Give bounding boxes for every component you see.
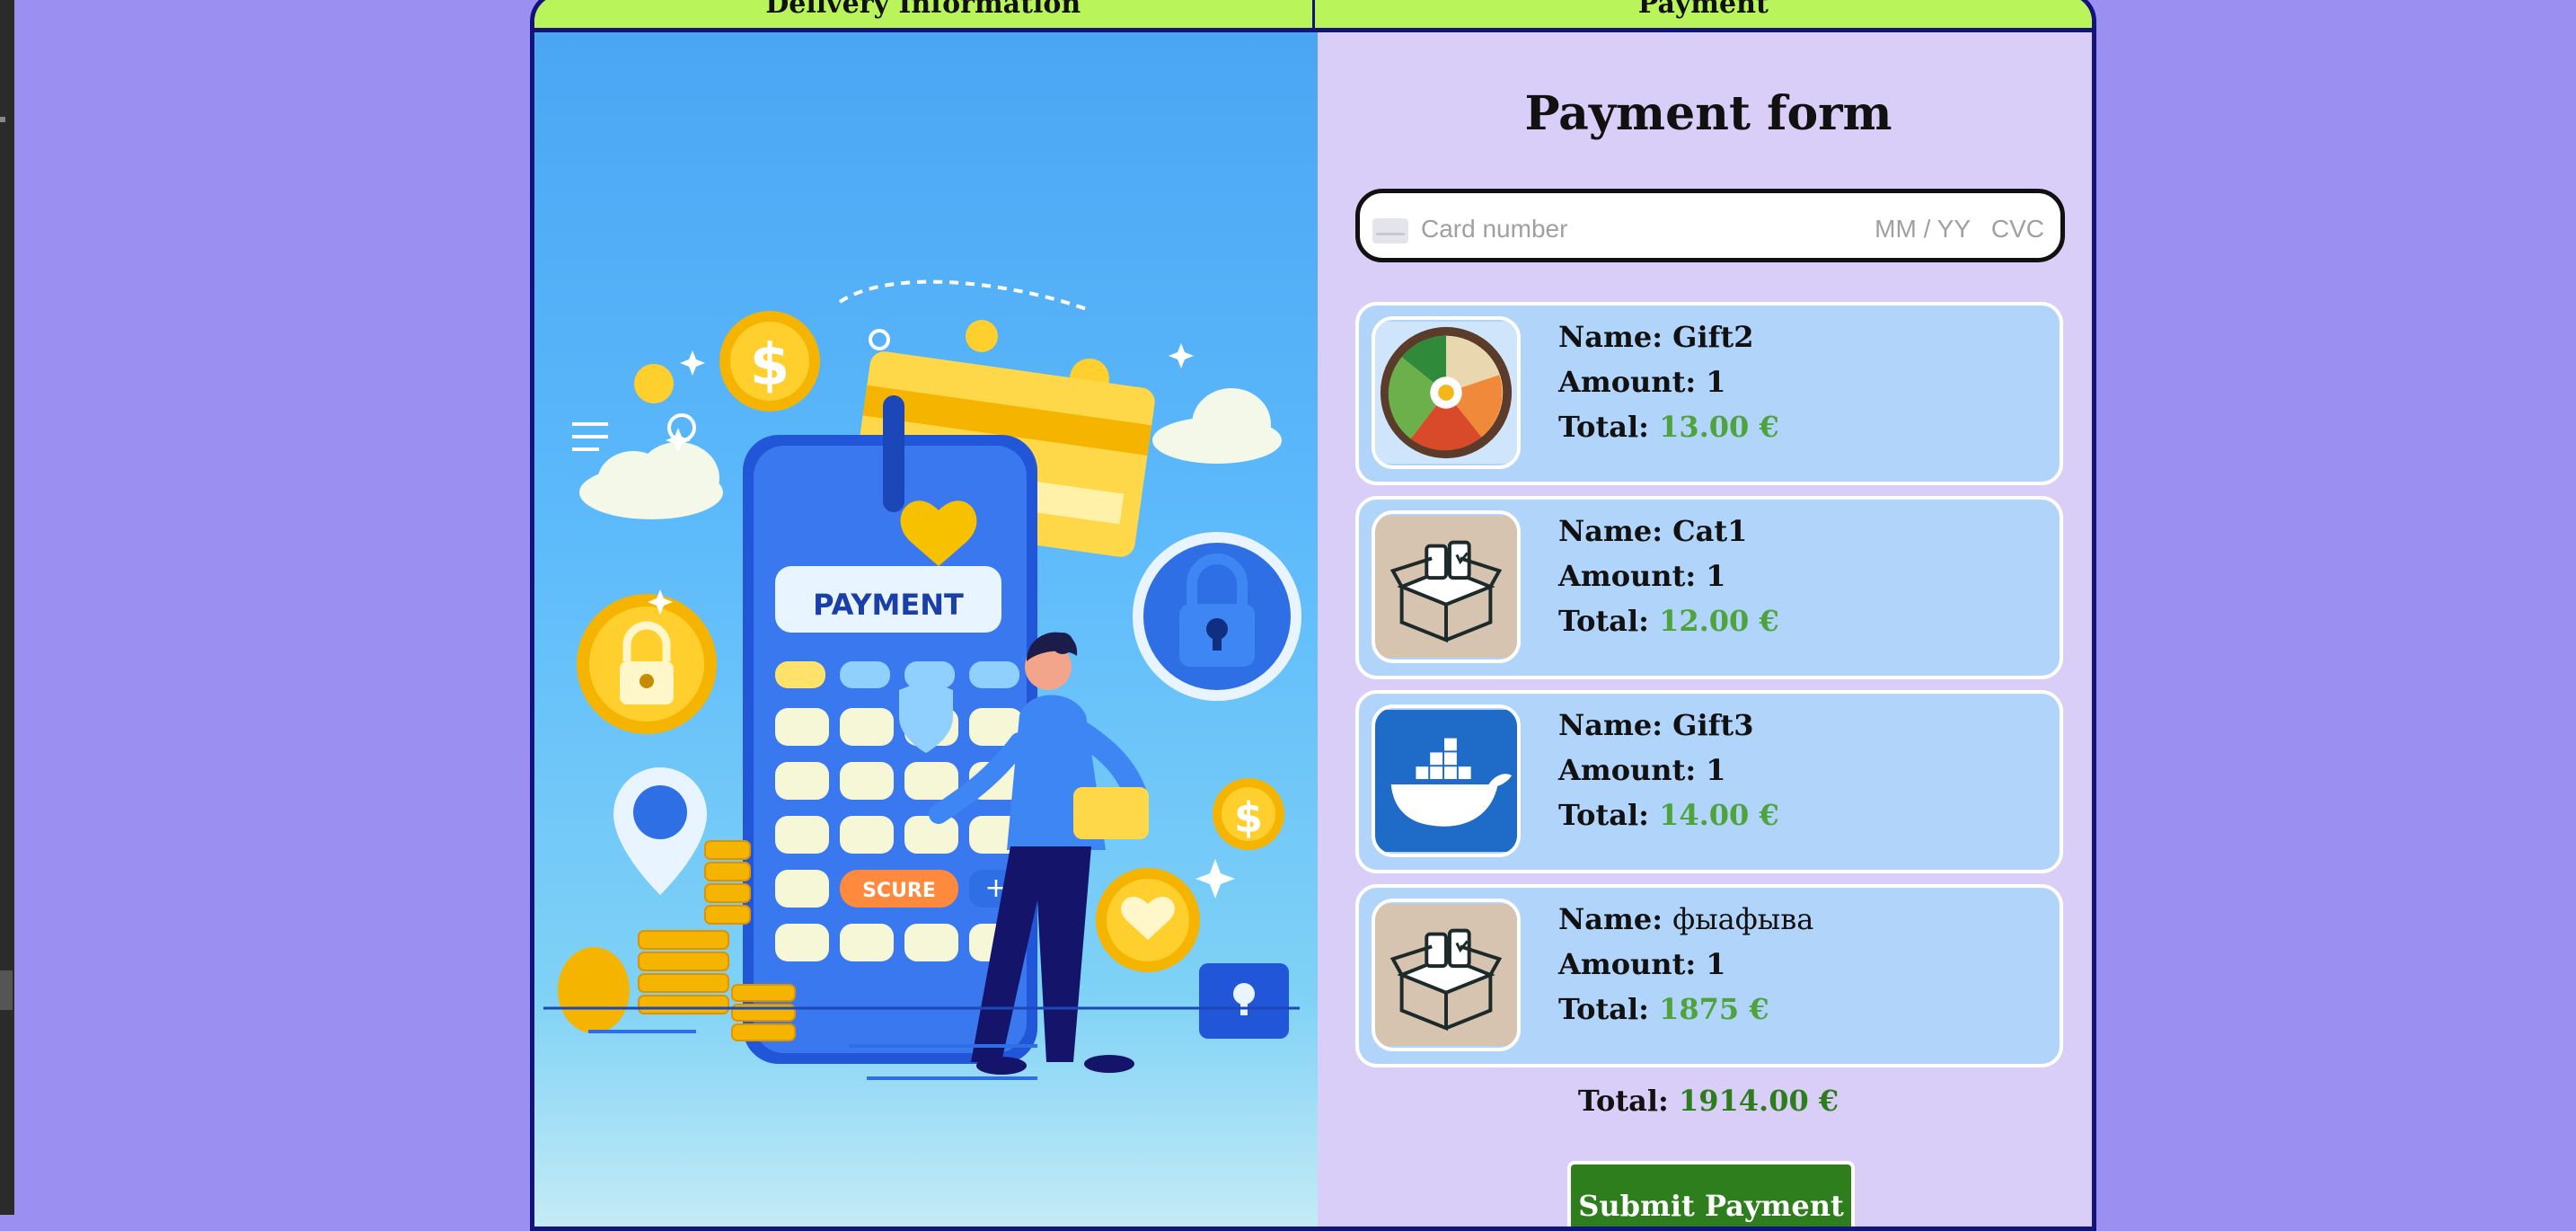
item-amount: 1 [1706,365,1726,399]
credit-card-icon [1372,218,1408,244]
coin-icon: $ [719,311,820,412]
item-total: 13.00 € [1659,410,1779,444]
item-name: фыафыва [1672,902,1814,936]
coin-icon: $ [1213,778,1284,850]
list-item: Name: фыафыва Amount: 1 Total: 1875 € [1355,884,2063,1067]
gift-box-image [1372,510,1521,663]
svg-text:$: $ [1234,793,1263,842]
order-total-value: 1914.00 € [1678,1084,1839,1118]
item-total: 14.00 € [1659,798,1779,832]
tab-payment[interactable]: Payment [1315,0,2093,28]
submit-payment-button[interactable]: Submit Payment [1567,1161,1855,1227]
card-input-field[interactable]: Card number MM / YY CVC [1355,189,2065,262]
item-amount: 1 [1706,559,1726,593]
list-item: Name: Gift3 Amount: 1 Total: 14.00 € [1355,690,2063,873]
order-total-label: Total: [1577,1084,1669,1118]
lock-bubble-icon [1133,532,1301,701]
item-name: Gift3 [1672,708,1754,742]
item-total: 1875 € [1659,992,1769,1026]
lock-bag-icon [1199,963,1289,1039]
payment-panel: Payment form Card number MM / YY CVC Nam… [1319,32,2092,1227]
order-total: Total: 1914.00 € [1319,1084,2092,1118]
card-cvc-input[interactable]: CVC [1991,215,2044,244]
edge-marker [0,117,5,122]
item-name: Cat1 [1672,514,1748,548]
payment-illustration: $ $ PAYMENT SCURE + [534,32,1318,1227]
payment-illustration-graphic: $ $ PAYMENT SCURE + [543,279,1301,1080]
tab-delivery-information[interactable]: Delivery Information [534,0,1315,28]
heart-coin-icon [1096,868,1200,972]
list-item: Name: Gift2 Amount: 1 Total: 13.00 € [1355,302,2063,485]
svg-text:$: $ [750,332,790,399]
gift-box-image [1372,899,1521,1051]
item-amount: 1 [1706,947,1726,981]
card-number-input[interactable]: Card number [1421,215,1567,244]
item-amount: 1 [1706,753,1726,787]
item-total: 12.00 € [1659,604,1779,638]
item-name: Gift2 [1672,320,1754,354]
page-title: Payment form [1524,86,1892,141]
svg-text:SCURE: SCURE [862,880,936,902]
list-item: Name: Cat1 Amount: 1 Total: 12.00 € [1355,496,2063,679]
food-bowl-image [1372,316,1521,469]
checkout-container: Delivery Information Payment $ $ PAYMENT… [530,0,2096,1231]
tab-bar: Delivery Information Payment [534,0,2092,32]
card-expiry-input[interactable]: MM / YY [1875,215,1971,244]
docker-whale-image [1372,704,1521,857]
svg-text:PAYMENT: PAYMENT [813,588,964,622]
lock-icon [577,594,717,734]
location-pin-icon [613,767,707,895]
window-edge [0,0,14,1215]
edge-marker [0,970,13,1010]
